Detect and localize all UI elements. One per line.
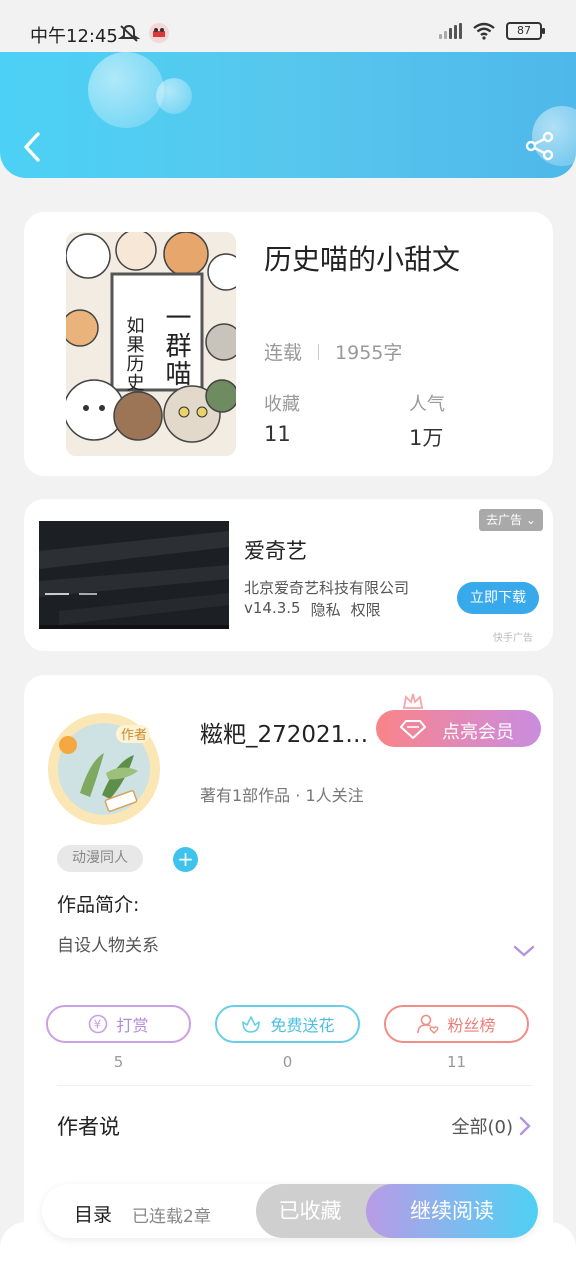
ad-source: 快手广告 [493,633,533,644]
signal-icon [439,23,462,39]
chapter-count: 已连载2章 [132,1207,211,1227]
fan-ranking-label: 粉丝榜 [447,1016,496,1035]
ad-app-name: 爱奇艺 [244,539,307,563]
svg-text:¥: ¥ [94,1018,102,1032]
tip-label: 打赏 [116,1016,149,1035]
cover-illustration: 如果历史 一群喵 [66,232,236,456]
activate-vip-button[interactable]: 点亮会员 [376,693,541,747]
user-heart-icon [417,1014,440,1034]
add-tag-button[interactable]: + [173,847,198,872]
yen-coin-icon: ¥ [89,1014,108,1034]
status-time: 中午12:45 [30,26,118,47]
collected-label: 已收藏 [278,1199,342,1223]
header [0,52,576,178]
ad-company: 北京爱奇艺科技有限公司 [244,579,410,597]
favorites-label: 收藏 [264,394,300,415]
author-name[interactable]: 糍粑_272021… [200,715,368,749]
favorites-value: 11 [264,422,291,446]
chevron-down-icon[interactable] [512,943,536,959]
book-cover[interactable]: 如果历史 一群喵 [66,232,236,456]
decorative-bubble [156,78,192,114]
author-avatar[interactable]: 作者 [46,711,162,827]
cover-title-large: 一群喵 [161,304,191,388]
ad-version: v14.3.5 [244,599,301,617]
vip-label: 点亮会员 [442,722,514,743]
ad-details: v14.3.5 隐私 权限 [244,599,381,620]
tip-button[interactable]: ¥ 打赏 [46,1005,191,1043]
mute-icon [118,24,140,42]
diamond-icon [400,720,426,739]
wifi-icon [473,22,495,40]
remove-ad-label: 去广告 [486,513,523,527]
fan-ranking-count: 11 [446,1053,467,1071]
catalog-button[interactable]: 目录 [74,1200,112,1227]
popularity-value: 1万 [409,426,444,450]
status-icons: 87 [439,22,545,40]
fan-ranking-button[interactable]: 粉丝榜 [384,1005,529,1043]
share-button[interactable] [524,130,556,162]
ad-permissions-link[interactable]: 权限 [351,599,381,620]
app-notification-icon [149,23,169,43]
intro-text: 自设人物关系 [57,936,159,956]
author-stats: 著有1部作品 · 1人关注 [200,786,364,805]
flower-icon [242,1016,261,1033]
bottom-action-bar: 目录 已连载2章 已收藏 继续阅读 [42,1184,538,1238]
serial-status: 连载 [264,342,303,364]
tip-count: 5 [113,1053,124,1071]
cover-title-small: 如果历史 [124,316,145,392]
author-says-all-label: 全部(0) [451,1117,514,1138]
intro-label: 作品简介: [57,894,140,916]
tag-chip[interactable]: 动漫同人 [57,845,143,872]
book-title: 历史喵的小甜文 [264,243,461,276]
word-count: 1955字 [335,342,403,364]
book-meta: 连载 1955字 [264,338,402,365]
crown-icon [402,693,424,709]
battery-icon: 87 [506,22,545,40]
chevron-right-icon [519,1116,531,1136]
status-bar: 中午12:45 87 [0,0,576,52]
ad-thumbnail[interactable] [39,521,229,629]
popularity-label: 人气 [409,394,445,415]
flower-count: 0 [282,1053,293,1071]
author-badge: 作者 [121,728,147,743]
book-info-card: 如果历史 一群喵 历史喵的小甜文 连载 1955字 收藏 11 人气 1万 [24,212,553,476]
ad-card[interactable]: 去广告 ⌄ 爱奇艺 北京爱奇艺科技有限公司 v14.3.5 隐私 权限 立即下载… [24,499,553,651]
continue-reading-button[interactable]: 继续阅读 [366,1184,538,1238]
back-button[interactable] [18,130,48,164]
author-says-label: 作者说 [57,1115,120,1139]
ad-privacy-link[interactable]: 隐私 [311,599,341,620]
meta-divider [318,343,320,360]
remove-ad-button[interactable]: 去广告 ⌄ [479,509,543,531]
decorative-bubble [88,52,164,128]
ad-download-button[interactable]: 立即下载 [457,582,539,614]
divider [57,1085,533,1086]
author-says-all-link[interactable]: 全部(0) [452,1113,532,1139]
send-flower-button[interactable]: 免费送花 [215,1005,360,1043]
send-flower-label: 免费送花 [270,1016,335,1035]
